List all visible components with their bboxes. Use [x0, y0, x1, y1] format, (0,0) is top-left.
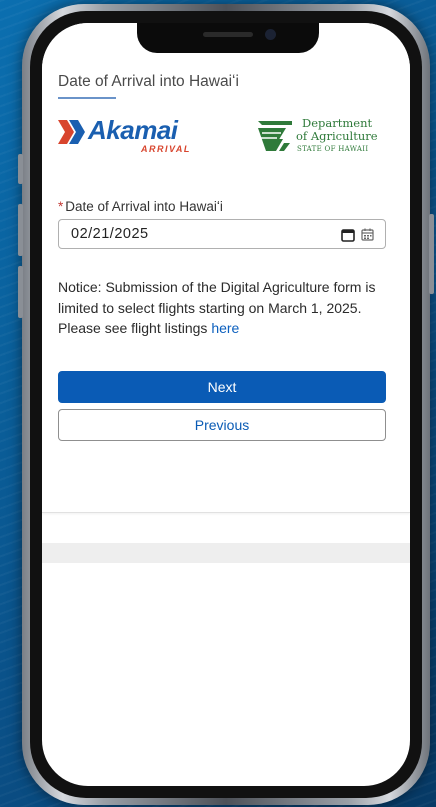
phone-notch	[137, 23, 319, 53]
phone-speaker	[203, 32, 253, 37]
footer-band	[42, 543, 410, 563]
akamai-wordmark: Akamai	[88, 115, 178, 145]
doa-line-state: STATE OF HAWAII	[297, 145, 369, 153]
doa-line-department: Department	[302, 116, 373, 130]
phone-volume-down	[18, 266, 23, 318]
form-card: Date of Arrival into Hawaiʻi Akamai ARRI…	[42, 23, 410, 513]
page-title: Date of Arrival into Hawaiʻi	[58, 73, 239, 90]
phone-volume-up	[18, 204, 23, 256]
required-marker: *	[58, 199, 64, 214]
doa-line-agriculture: of Agriculture	[296, 129, 378, 143]
title-underline	[58, 97, 116, 99]
arrival-date-input[interactable]: 02/21/2025	[58, 219, 386, 249]
previous-button[interactable]: Previous	[58, 409, 386, 441]
akamai-subtitle: ARRIVAL	[141, 144, 191, 154]
calendar-icon[interactable]	[341, 228, 355, 242]
phone-camera	[265, 29, 276, 40]
phone-bezel: Date of Arrival into Hawaiʻi Akamai ARRI…	[30, 11, 422, 798]
akamai-arrival-logo: Akamai ARRIVAL	[58, 115, 198, 155]
phone-screen: Date of Arrival into Hawaiʻi Akamai ARRI…	[42, 23, 410, 786]
akamai-chevron-icon	[58, 120, 85, 144]
flight-notice: Notice: Submission of the Digital Agricu…	[58, 277, 378, 339]
calendar-icon[interactable]	[361, 228, 374, 241]
department-of-agriculture-logo: Department of Agriculture STATE OF HAWAI…	[256, 115, 386, 157]
date-field-label: * Date of Arrival into Hawaiʻi	[58, 199, 223, 214]
phone-side-button	[18, 154, 23, 184]
arrival-date-value: 02/21/2025	[71, 226, 149, 242]
phone-frame: Date of Arrival into Hawaiʻi Akamai ARRI…	[18, 4, 434, 805]
date-field-label-text: Date of Arrival into Hawaiʻi	[65, 199, 223, 214]
phone-power-button	[429, 214, 434, 294]
next-button[interactable]: Next	[58, 371, 386, 403]
flight-listings-link[interactable]: here	[211, 320, 239, 336]
doa-emblem-icon	[258, 121, 292, 151]
